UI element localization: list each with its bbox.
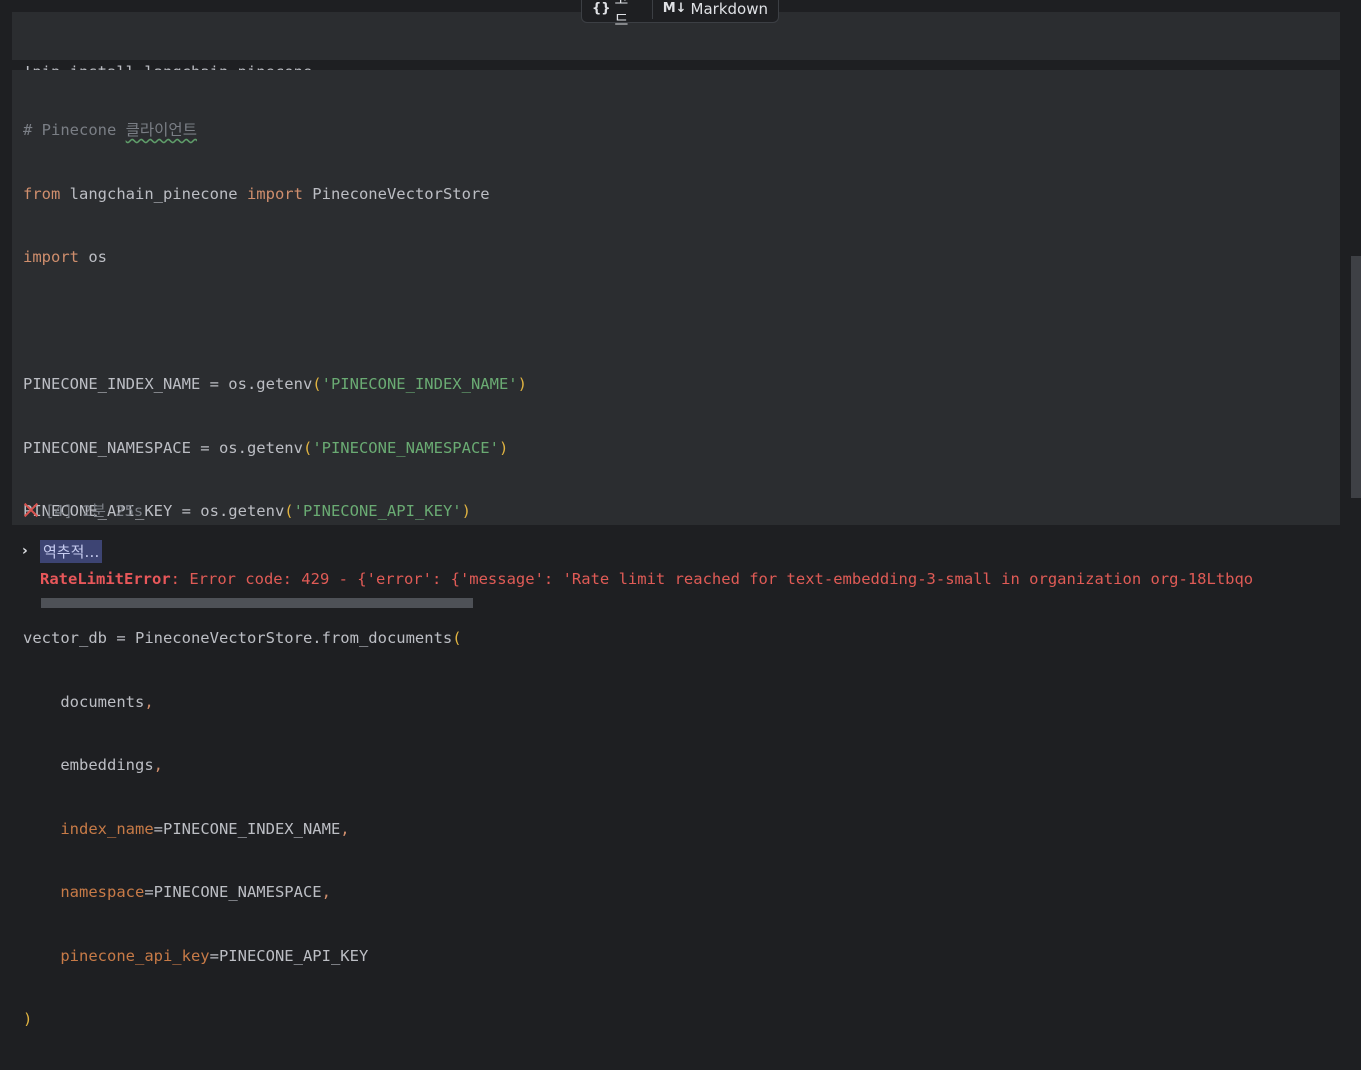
code-line: namespace=PINECONE_NAMESPACE,	[60, 883, 331, 901]
code-cell-pinecone[interactable]: # Pinecone 클라이언트 from langchain_pinecone…	[12, 70, 1340, 1028]
traceback-toggle[interactable]: › 역추적…	[22, 538, 103, 564]
add-markdown-cell-button[interactable]: M↓ Markdown	[653, 0, 778, 22]
comment-korean: 클라이언트	[125, 121, 197, 139]
markdown-icon: M↓	[662, 1, 687, 16]
cell-output: › 역추적…	[22, 538, 103, 564]
error-text: : Error code: 429 - {'error': {'message'…	[170, 570, 1254, 588]
error-message-line: RateLimitError: Error code: 429 - {'erro…	[40, 568, 1360, 590]
code-line: embeddings,	[23, 756, 163, 774]
cell-execution-status: [4] 2분 25s	[23, 499, 143, 521]
code-line: pinecone_api_key=PINECONE_API_KEY	[60, 946, 369, 965]
error-name: RateLimitError	[40, 570, 171, 588]
traceback-link[interactable]: 역추적…	[40, 539, 103, 563]
failed-x-icon	[23, 502, 39, 518]
execution-info: [4] 2분 25s	[45, 502, 144, 520]
vertical-scrollbar[interactable]	[1351, 256, 1361, 498]
cell-insert-toolbar: {} 코드 M↓ Markdown	[581, 0, 779, 29]
code-line: from langchain_pinecone import PineconeV…	[23, 184, 490, 203]
add-markdown-label: Markdown	[690, 0, 768, 18]
add-code-label: 코드	[614, 0, 629, 29]
code-line: PINECONE_NAMESPACE = os.getenv('PINECONE…	[23, 438, 509, 457]
code-line: vector_db = PineconeVectorStore.from_doc…	[23, 629, 462, 647]
chevron-right-icon[interactable]: ›	[22, 543, 36, 559]
add-code-cell-button[interactable]: {} 코드	[582, 0, 652, 29]
code-line: PINECONE_INDEX_NAME = os.getenv('PINECON…	[23, 375, 527, 393]
code-line: index_name=PINECONE_INDEX_NAME,	[60, 819, 350, 838]
code-line: # Pinecone 클라이언트	[23, 121, 197, 139]
output-horizontal-scrollbar[interactable]	[41, 598, 473, 608]
code-line: )	[23, 1010, 33, 1028]
code-line: import os	[23, 248, 107, 266]
code-line: documents,	[23, 692, 154, 711]
code-braces-icon: {}	[592, 1, 611, 16]
